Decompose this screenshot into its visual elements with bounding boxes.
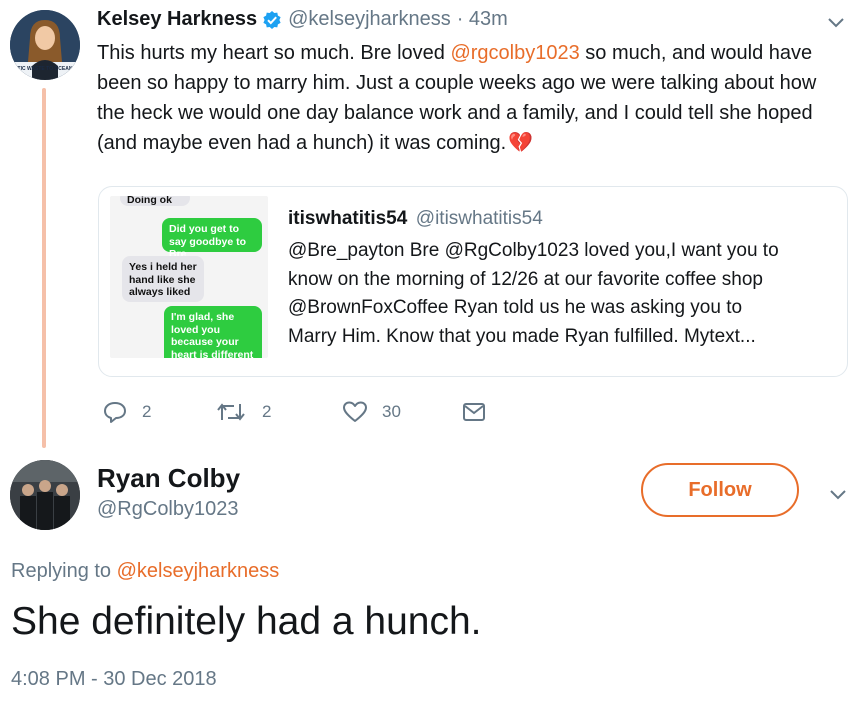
verified-icon bbox=[262, 10, 282, 30]
tweet-text-segment: so much, and would have bbox=[579, 42, 813, 64]
replying-to-label: Replying to bbox=[11, 560, 117, 582]
avatar[interactable]: STIC WASTE TO OCEANS bbox=[10, 10, 80, 80]
reply-author-handle-text: @RgColby1023 bbox=[97, 498, 239, 520]
reply-text: She definitely had a hunch. bbox=[11, 600, 482, 643]
heart-icon bbox=[343, 401, 367, 422]
reply-icon bbox=[104, 402, 126, 423]
quoted-text-line: know on the morning of 12/26 at our favo… bbox=[288, 268, 763, 290]
tweet-time[interactable]: · 43m bbox=[457, 8, 508, 31]
reply-timestamp[interactable]: 4:08 PM - 30 Dec 2018 bbox=[11, 668, 217, 691]
like-count: 30 bbox=[382, 402, 401, 421]
replying-to-handle-link[interactable]: @kelseyjharkness bbox=[117, 560, 280, 582]
chat-bubble: I'm glad, she loved you because your hea… bbox=[164, 306, 262, 358]
author-name[interactable]: Kelsey Harkness bbox=[97, 8, 257, 31]
reply-author-name[interactable]: Ryan Colby bbox=[97, 463, 240, 494]
retweet-button[interactable]: 2 bbox=[216, 400, 271, 424]
like-button[interactable]: 30 bbox=[342, 400, 401, 424]
thread-line bbox=[42, 88, 46, 448]
reply-menu-chevron-down-icon[interactable] bbox=[828, 488, 848, 507]
reply-count: 2 bbox=[142, 402, 152, 421]
quoted-text-line: @Bre_payton Bre @RgColby1023 loved you,I… bbox=[288, 240, 779, 261]
mention-link[interactable]: @rgcolby1023 bbox=[450, 42, 579, 64]
author-handle[interactable]: @kelseyjharkness bbox=[288, 8, 451, 31]
tweet-menu-chevron-down-icon[interactable] bbox=[826, 16, 846, 35]
retweet-count: 2 bbox=[262, 402, 272, 421]
quoted-author-name: itiswhatitis54 bbox=[288, 208, 408, 229]
tweet-text-line: been so happy to marry him. Just a coupl… bbox=[97, 72, 817, 94]
tweet-text-line: (and maybe even had a hunch) it was comi… bbox=[97, 132, 507, 154]
chat-bubble: Did you get to say goodbye to Bre bbox=[162, 218, 262, 260]
retweet-icon bbox=[217, 403, 245, 421]
reply-button[interactable]: 2 bbox=[102, 400, 151, 424]
chat-bubble: Yes i held her hand like she always like… bbox=[122, 256, 204, 302]
quoted-text-line: Marry Him. Know that you made Ryan fulfi… bbox=[288, 325, 756, 347]
tweet-text-segment: This hurts my heart so much. Bre loved bbox=[97, 42, 451, 64]
tweet-header: Kelsey Harkness @kelseyjharkness · 43m bbox=[97, 8, 508, 31]
avatar-banner-text: STIC WASTE TO OCEANS bbox=[14, 66, 76, 72]
chat-bubble: Doing ok bbox=[120, 196, 190, 206]
reply-author-name-text: Ryan Colby bbox=[97, 463, 241, 493]
quoted-tweet-text: @Bre_payton Bre @RgColby1023 loved you,I… bbox=[288, 237, 838, 351]
broken-heart-emoji: 💔 bbox=[508, 132, 534, 154]
tweet-text: This hurts my heart so much. Bre loved @… bbox=[97, 38, 857, 158]
tweet-text-line: the heck we would one day balance work a… bbox=[97, 102, 813, 124]
quoted-author-handle: @itiswhatitis54 bbox=[415, 208, 543, 229]
follow-button[interactable]: Follow bbox=[641, 463, 799, 517]
quoted-text-line: @BrownFoxCoffee Ryan told us he was aski… bbox=[288, 297, 743, 318]
avatar[interactable] bbox=[10, 460, 80, 530]
replying-to: Replying to @kelseyjharkness bbox=[11, 560, 279, 583]
reply-author-handle[interactable]: @RgColby1023 bbox=[97, 498, 239, 521]
direct-message-button[interactable] bbox=[462, 402, 486, 422]
quoted-tweet-image[interactable]: Doing ok Did you get to say goodbye to B… bbox=[110, 196, 268, 358]
envelope-icon bbox=[463, 403, 485, 421]
quoted-tweet-header: itiswhatitis54 @itiswhatitis54 bbox=[288, 208, 543, 230]
